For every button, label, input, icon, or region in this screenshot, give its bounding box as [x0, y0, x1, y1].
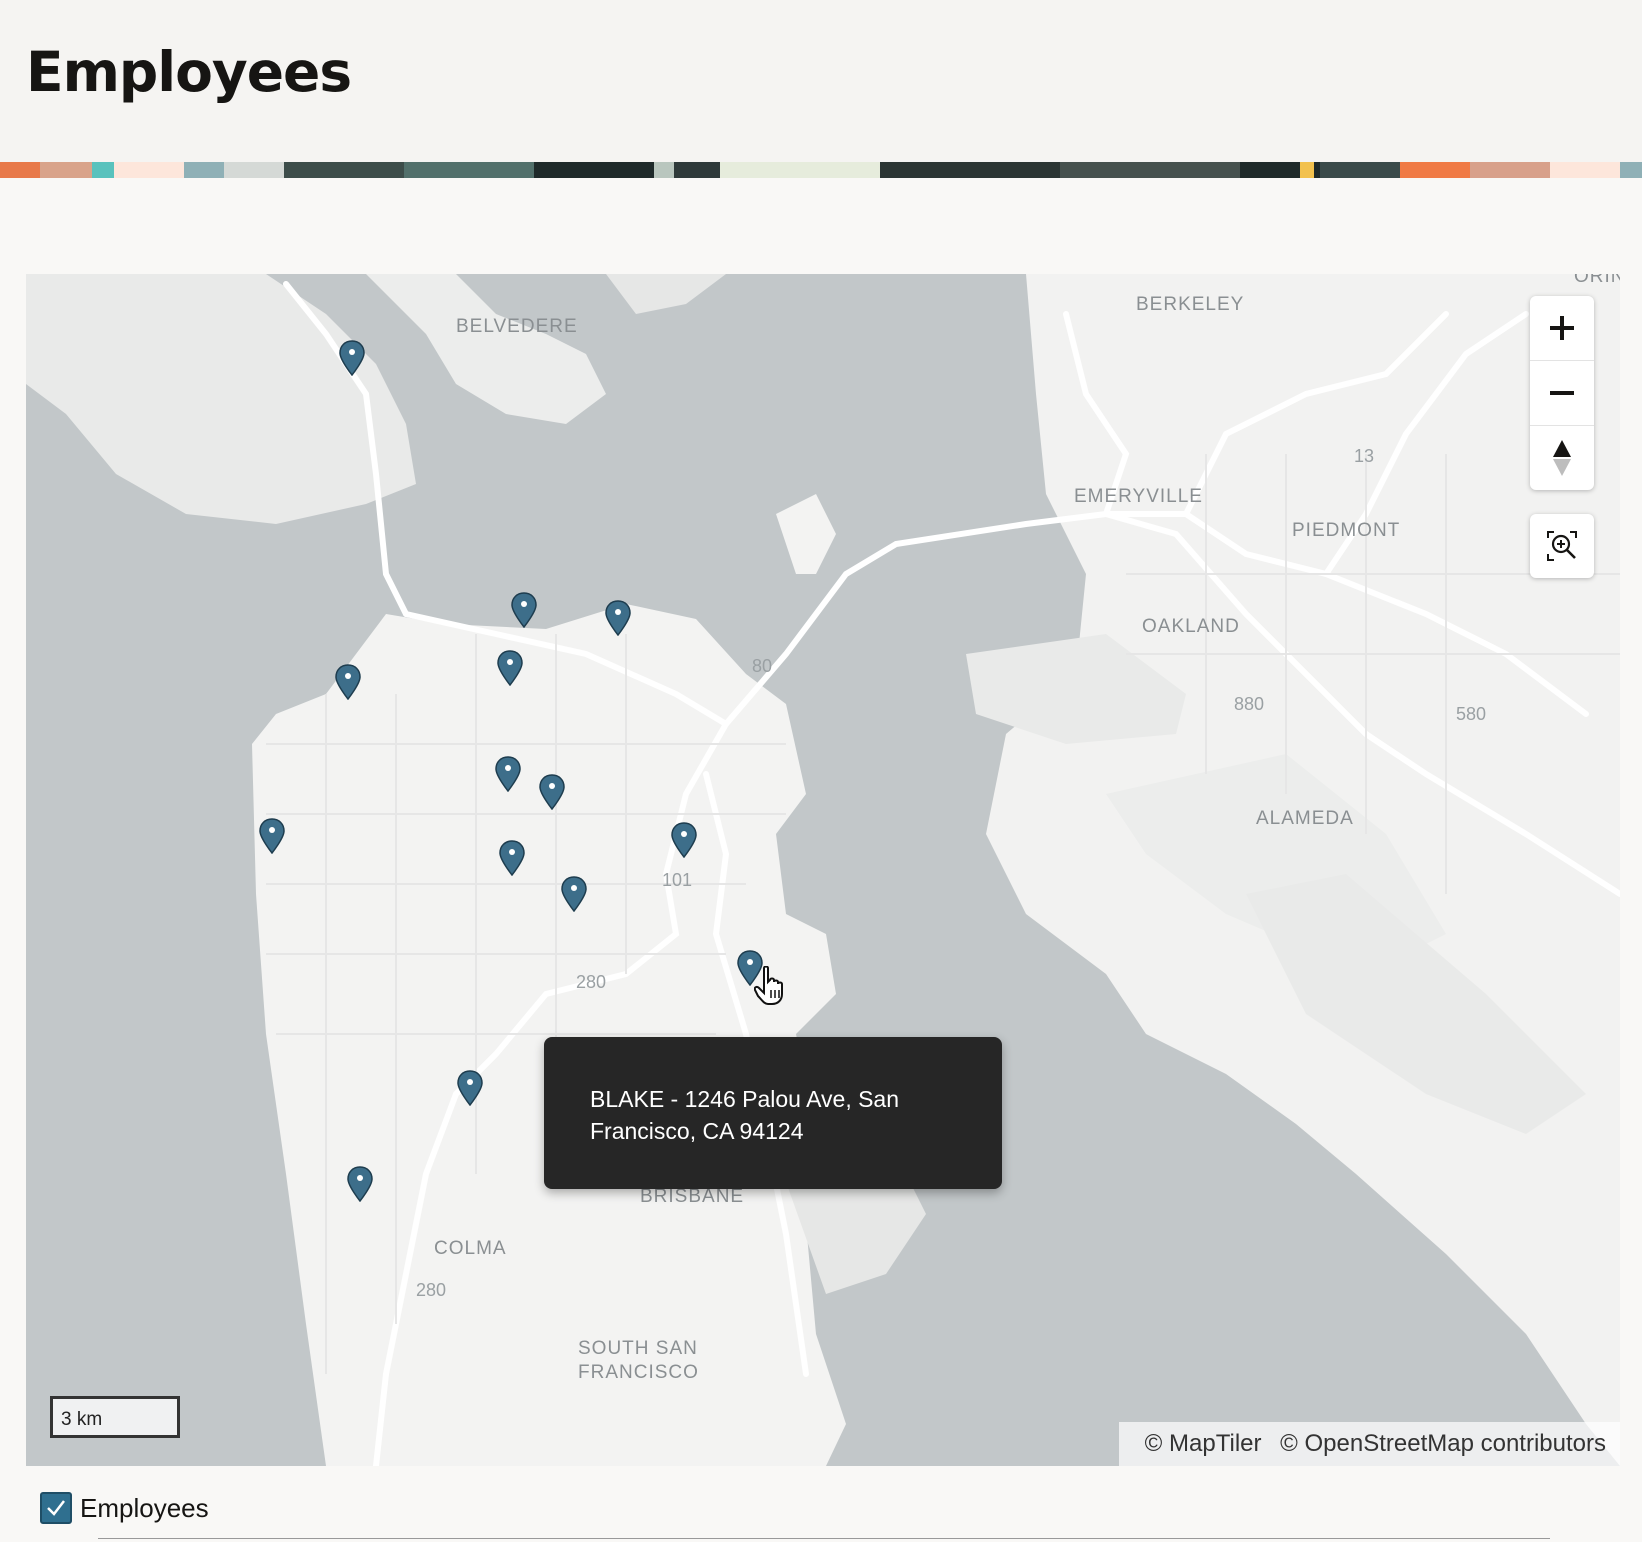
map-pin-icon — [457, 1070, 483, 1107]
layer-legend: Employees — [40, 1492, 209, 1524]
marker-tooltip: BLAKE - 1246 Palou Ave, San Francisco, C… — [544, 1037, 1002, 1189]
minus-icon — [1550, 391, 1574, 395]
checkmark-icon — [47, 1500, 65, 1516]
decorative-banner — [0, 162, 1642, 178]
place-label-brisbane: BRISBANE — [640, 1186, 744, 1207]
place-label-berkeley: BERKELEY — [1136, 294, 1244, 315]
place-label-piedmont: PIEDMONT — [1292, 520, 1400, 541]
reset-bearing-button[interactable] — [1530, 426, 1594, 490]
tooltip-line-2: Francisco, CA 94124 — [590, 1118, 804, 1144]
zoom-to-area-button[interactable] — [1530, 514, 1594, 578]
map-pin-icon — [511, 592, 537, 629]
place-label-orinda: ORIN — [1574, 274, 1620, 287]
map-pin-icon — [497, 650, 523, 687]
road-label-80: 80 — [752, 656, 772, 676]
employees-layer-label: Employees — [80, 1492, 209, 1523]
map-pin-icon — [539, 774, 565, 811]
employee-marker[interactable] — [604, 600, 632, 637]
employee-marker[interactable] — [494, 756, 522, 793]
zoom-in-button[interactable] — [1530, 296, 1594, 361]
map-pin-icon — [259, 818, 285, 855]
place-label-oakland: OAKLAND — [1142, 616, 1240, 637]
place-label-south-san: SOUTH SAN — [578, 1338, 698, 1359]
map-navigation-controls — [1530, 296, 1594, 490]
page-header: Employees — [0, 0, 1642, 162]
place-label-francisco: FRANCISCO — [578, 1362, 699, 1383]
zoom-area-icon — [1547, 531, 1577, 561]
map-pin-icon — [561, 876, 587, 913]
employee-marker[interactable] — [258, 818, 286, 855]
map-pin-icon — [605, 600, 631, 637]
map-pin-icon — [347, 1166, 373, 1203]
employee-marker[interactable] — [498, 840, 526, 877]
road-label-280-south: 280 — [416, 1280, 446, 1300]
map-basemap: BELVEDERE BERKELEY EMERYVILLE PIEDMONT O… — [26, 274, 1620, 1466]
page-title: Employees — [26, 40, 352, 104]
map-pin-icon — [671, 822, 697, 859]
road-label-280: 280 — [576, 972, 606, 992]
employee-marker[interactable] — [560, 876, 588, 913]
employee-marker[interactable] — [496, 650, 524, 687]
employee-marker[interactable] — [334, 664, 362, 701]
employee-map[interactable]: BELVEDERE BERKELEY EMERYVILLE PIEDMONT O… — [26, 274, 1620, 1466]
pointer-cursor-icon — [754, 966, 783, 1005]
road-label-101: 101 — [662, 870, 692, 890]
employee-marker[interactable] — [510, 592, 538, 629]
road-label-580: 580 — [1456, 704, 1486, 724]
map-scale-bar: 3 km — [50, 1396, 180, 1438]
osm-attribution-link[interactable]: © OpenStreetMap contributors — [1280, 1430, 1606, 1457]
compass-icon — [1553, 440, 1571, 476]
employee-marker[interactable] — [670, 822, 698, 859]
map-pin-icon — [339, 340, 365, 377]
map-pin-icon — [499, 840, 525, 877]
employee-marker[interactable] — [456, 1070, 484, 1107]
employee-marker[interactable] — [346, 1166, 374, 1203]
plus-icon — [1550, 316, 1574, 340]
tooltip-line-1: BLAKE - 1246 Palou Ave, San — [590, 1086, 900, 1112]
road-label-880: 880 — [1234, 694, 1264, 714]
employee-marker[interactable] — [338, 340, 366, 377]
zoom-out-button[interactable] — [1530, 361, 1594, 426]
employees-layer-checkbox[interactable] — [40, 1492, 72, 1524]
maptiler-attribution-link[interactable]: © MapTiler — [1145, 1430, 1262, 1457]
map-pin-icon — [335, 664, 361, 701]
map-attribution: © MapTiler © OpenStreetMap contributors — [1118, 1422, 1620, 1466]
legend-divider — [98, 1538, 1550, 1539]
place-label-alameda: ALAMEDA — [1256, 808, 1354, 829]
road-label-13: 13 — [1354, 446, 1374, 466]
place-label-colma: COLMA — [434, 1238, 507, 1259]
employee-marker[interactable] — [538, 774, 566, 811]
map-pin-icon — [495, 756, 521, 793]
place-label-emeryville: EMERYVILLE — [1074, 486, 1203, 507]
place-label-belvedere: BELVEDERE — [456, 316, 578, 337]
